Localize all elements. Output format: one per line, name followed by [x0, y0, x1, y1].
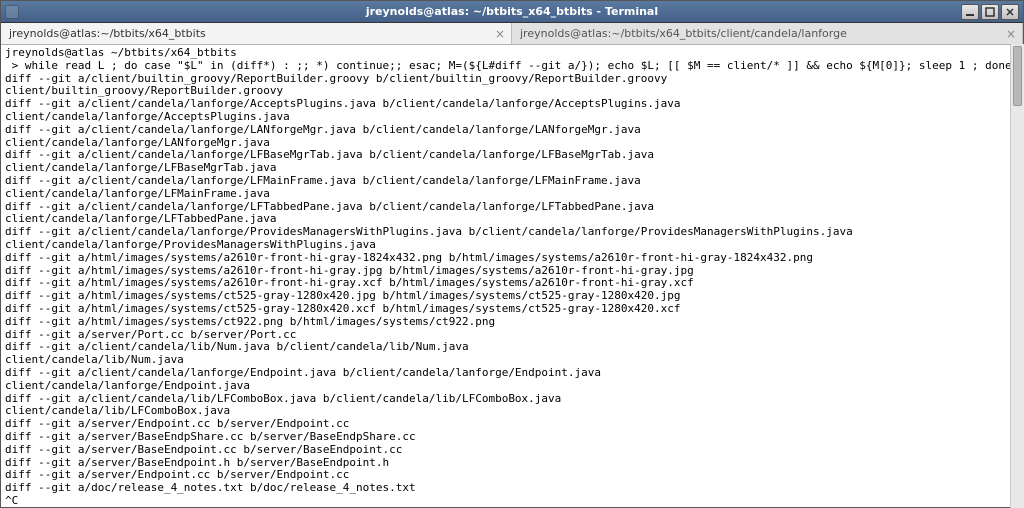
terminal-window: jreynolds@atlas: ~/btbits_x64_btbits - T…	[0, 0, 1024, 508]
terminal-line: client/candela/lanforge/LFMainFrame.java	[5, 188, 1019, 201]
terminal-line: client/candela/lib/Num.java	[5, 354, 1019, 367]
terminal-tab-1[interactable]: jreynolds@atlas:~/btbits/x64_btbits/clie…	[512, 23, 1023, 44]
titlebar[interactable]: jreynolds@atlas: ~/btbits_x64_btbits - T…	[1, 1, 1023, 23]
terminal-line: client/candela/lanforge/ProvidesManagers…	[5, 239, 1019, 252]
tab-label: jreynolds@atlas:~/btbits/x64_btbits/clie…	[520, 27, 847, 40]
titlebar-right	[961, 4, 1019, 20]
terminal-line: client/candela/lanforge/AcceptsPlugins.j…	[5, 111, 1019, 124]
terminal-tab-0[interactable]: jreynolds@atlas:~/btbits/x64_btbits ×	[1, 23, 512, 44]
terminal-line: jreynolds@atlas ~/btbits/x64_btbits	[5, 47, 1019, 60]
terminal-line: diff --git a/html/images/systems/ct922.p…	[5, 316, 1019, 329]
close-icon	[1005, 7, 1015, 17]
tab-bar: jreynolds@atlas:~/btbits/x64_btbits × jr…	[1, 23, 1023, 45]
maximize-button[interactable]	[981, 4, 999, 20]
scrollbar-thumb[interactable]	[1013, 46, 1022, 106]
window-menu-icon[interactable]	[5, 5, 19, 19]
maximize-icon	[985, 7, 995, 17]
terminal-line: diff --git a/server/BaseEndpoint.cc b/se…	[5, 444, 1019, 457]
vertical-scrollbar[interactable]	[1010, 44, 1024, 508]
minimize-button[interactable]	[961, 4, 979, 20]
terminal-line: > while read L ; do case "$L" in (diff*)…	[5, 60, 1019, 73]
terminal-line: diff --git a/doc/release_4_notes.txt b/d…	[5, 482, 1019, 495]
terminal-line: diff --git a/server/BaseEndpShare.cc b/s…	[5, 431, 1019, 444]
terminal-line: diff --git a/html/images/systems/ct525-g…	[5, 303, 1019, 316]
terminal-line: diff --git a/client/candela/lanforge/LFM…	[5, 175, 1019, 188]
terminal-line: diff --git a/client/candela/lanforge/LAN…	[5, 124, 1019, 137]
minimize-icon	[965, 7, 975, 17]
terminal-line: diff --git a/server/Endpoint.cc b/server…	[5, 418, 1019, 431]
close-button[interactable]	[1001, 4, 1019, 20]
window-title: jreynolds@atlas: ~/btbits_x64_btbits - T…	[366, 5, 658, 18]
titlebar-left	[5, 5, 19, 19]
terminal-line: diff --git a/html/images/systems/a2610r-…	[5, 252, 1019, 265]
tab-label: jreynolds@atlas:~/btbits/x64_btbits	[9, 27, 206, 40]
terminal-body[interactable]: jreynolds@atlas ~/btbits/x64_btbits > wh…	[1, 45, 1023, 507]
tab-close-icon[interactable]: ×	[495, 27, 505, 41]
terminal-line: client/candela/lanforge/Endpoint.java	[5, 380, 1019, 393]
tab-close-icon[interactable]: ×	[1006, 27, 1016, 41]
terminal-line: ^C	[5, 495, 1019, 507]
terminal-line: diff --git a/client/candela/lanforge/End…	[5, 367, 1019, 380]
